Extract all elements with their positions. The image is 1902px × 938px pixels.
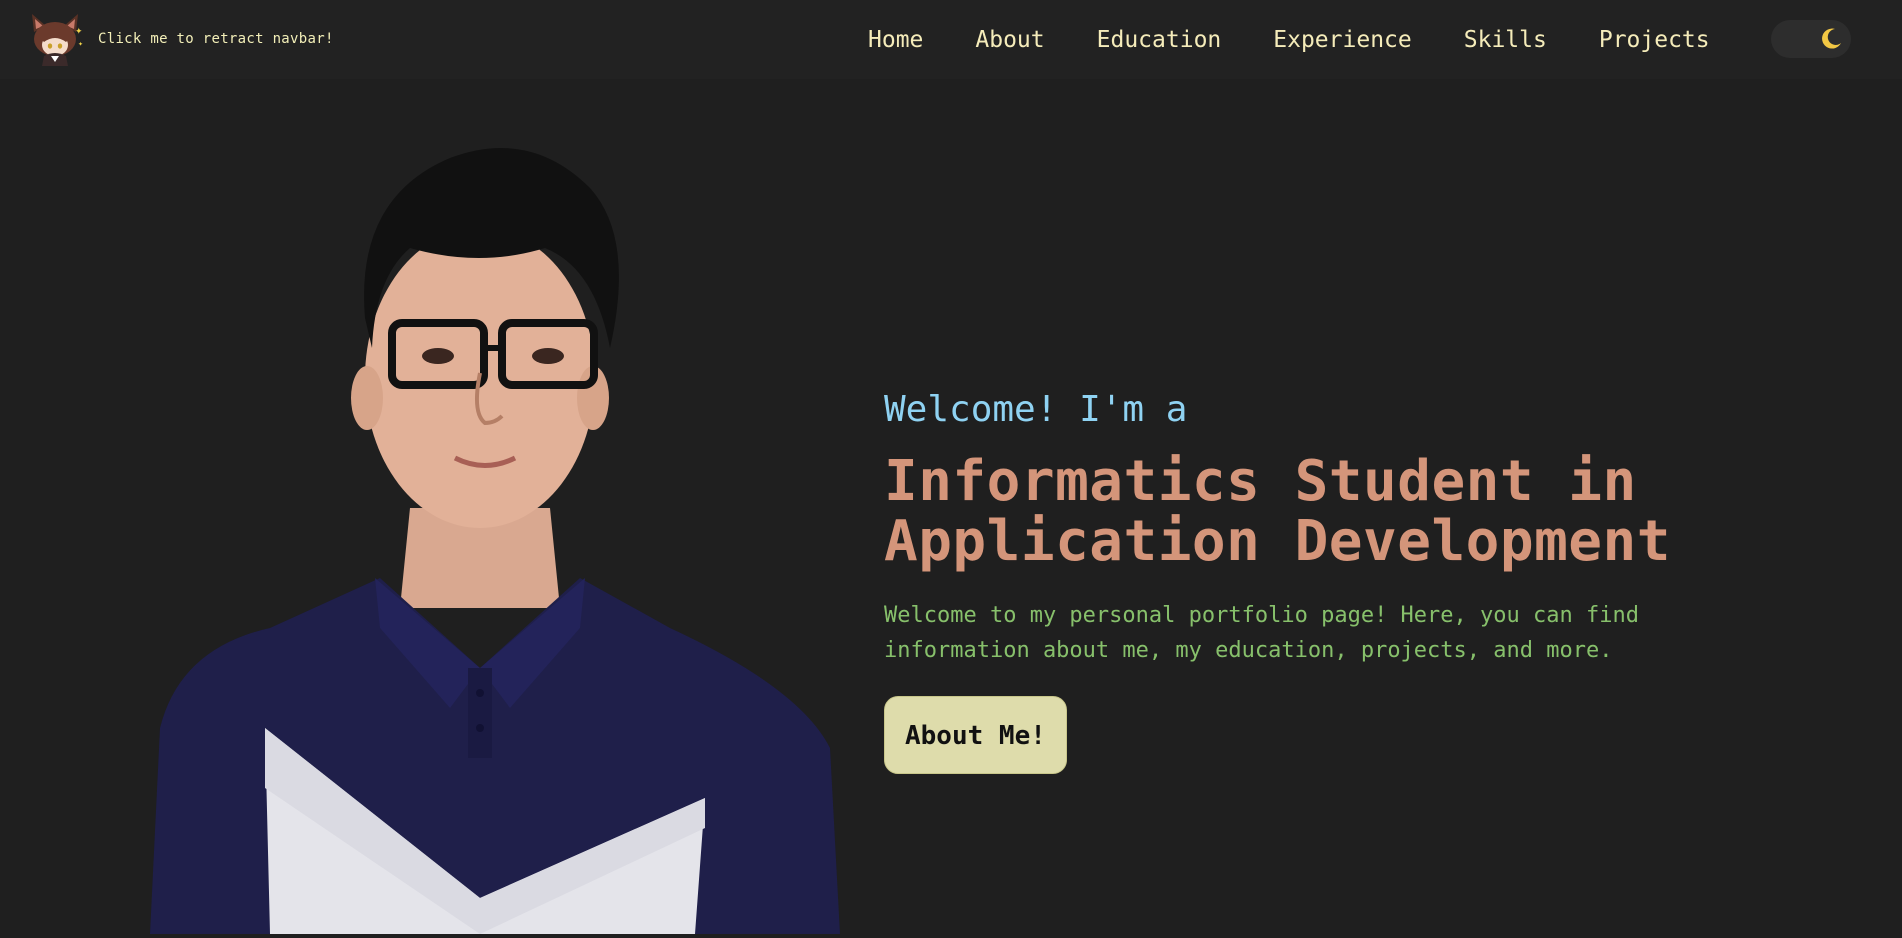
hero-section: Welcome! I'm a Informatics Student in Ap… [884,388,1784,774]
nav-link-home[interactable]: Home [868,24,923,56]
nav-link-education[interactable]: Education [1097,24,1222,56]
theme-toggle-switch[interactable] [1771,20,1851,58]
hero-intro: Welcome! I'm a [884,389,1188,430]
navbar-retract-label: Click me to retract navbar! [98,31,334,47]
moon-icon [1817,25,1845,53]
about-me-button[interactable]: About Me! [884,696,1067,774]
navbar-retract-toggle[interactable]: ✦ ✦ Click me to retract navbar! [26,12,334,66]
profile-photo [150,108,840,934]
nav-link-experience[interactable]: Experience [1273,24,1411,56]
nav-menu: Home About Education Experience Skills P… [868,24,1762,56]
nav-link-projects[interactable]: Projects [1599,24,1710,56]
hero-description: Welcome to my personal portfolio page! H… [884,603,1639,663]
navbar: ✦ ✦ Click me to retract navbar! Home Abo… [0,0,1902,79]
chibi-fox-logo-icon: ✦ ✦ [32,14,83,66]
nav-link-about[interactable]: About [975,24,1044,56]
hero-title-line-1: Informatics Student in [884,449,1637,514]
svg-text:✦: ✦ [75,27,83,37]
nav-link-skills[interactable]: Skills [1464,24,1547,56]
hero-title-line-2: Application Development [884,509,1671,574]
hero-title: Informatics Student in Application Devel… [884,452,1784,572]
svg-text:✦: ✦ [78,41,83,48]
